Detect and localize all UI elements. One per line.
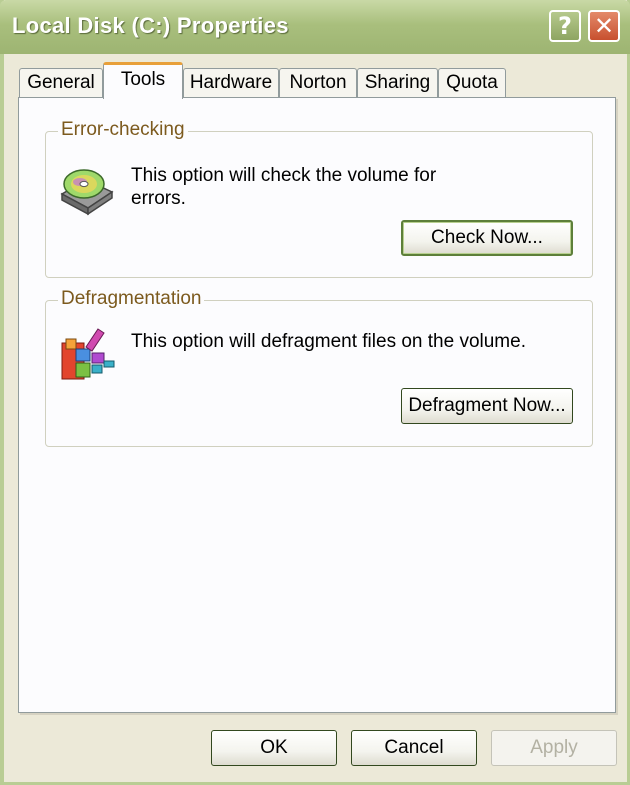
error-checking-title: Error-checking	[58, 119, 188, 141]
tab-hardware[interactable]: Hardware	[183, 68, 279, 98]
defragment-now-button[interactable]: Defragment Now...	[401, 388, 573, 424]
tools-tab-panel: Error-checking This option will check th…	[18, 97, 616, 713]
error-checking-description: This option will check the volume for er…	[131, 165, 437, 209]
ok-button[interactable]: OK	[211, 730, 337, 766]
tab-sharing[interactable]: Sharing	[357, 68, 438, 98]
tab-general[interactable]: General	[19, 68, 103, 98]
defragmentation-description: This option will defragment files on the…	[131, 331, 526, 352]
properties-window: Local Disk (C:) Properties ? ✕ General T…	[0, 0, 630, 785]
defragment-icon	[58, 325, 118, 392]
tab-tools[interactable]: Tools	[103, 62, 183, 99]
defragmentation-group: Defragmentation This option will defragm…	[45, 288, 593, 447]
disk-check-icon	[58, 162, 116, 225]
defragmentation-title: Defragmentation	[58, 288, 205, 310]
check-now-button[interactable]: Check Now...	[401, 220, 573, 256]
help-button[interactable]: ?	[549, 10, 581, 42]
cancel-button[interactable]: Cancel	[351, 730, 477, 766]
close-button[interactable]: ✕	[588, 10, 620, 42]
apply-button[interactable]: Apply	[491, 730, 617, 766]
window-title: Local Disk (C:) Properties	[12, 13, 289, 38]
error-checking-group: Error-checking This option will check th…	[45, 119, 593, 278]
tab-quota[interactable]: Quota	[438, 68, 506, 98]
tab-norton[interactable]: Norton	[279, 68, 357, 98]
title-bar[interactable]: Local Disk (C:) Properties ? ✕	[0, 0, 630, 54]
